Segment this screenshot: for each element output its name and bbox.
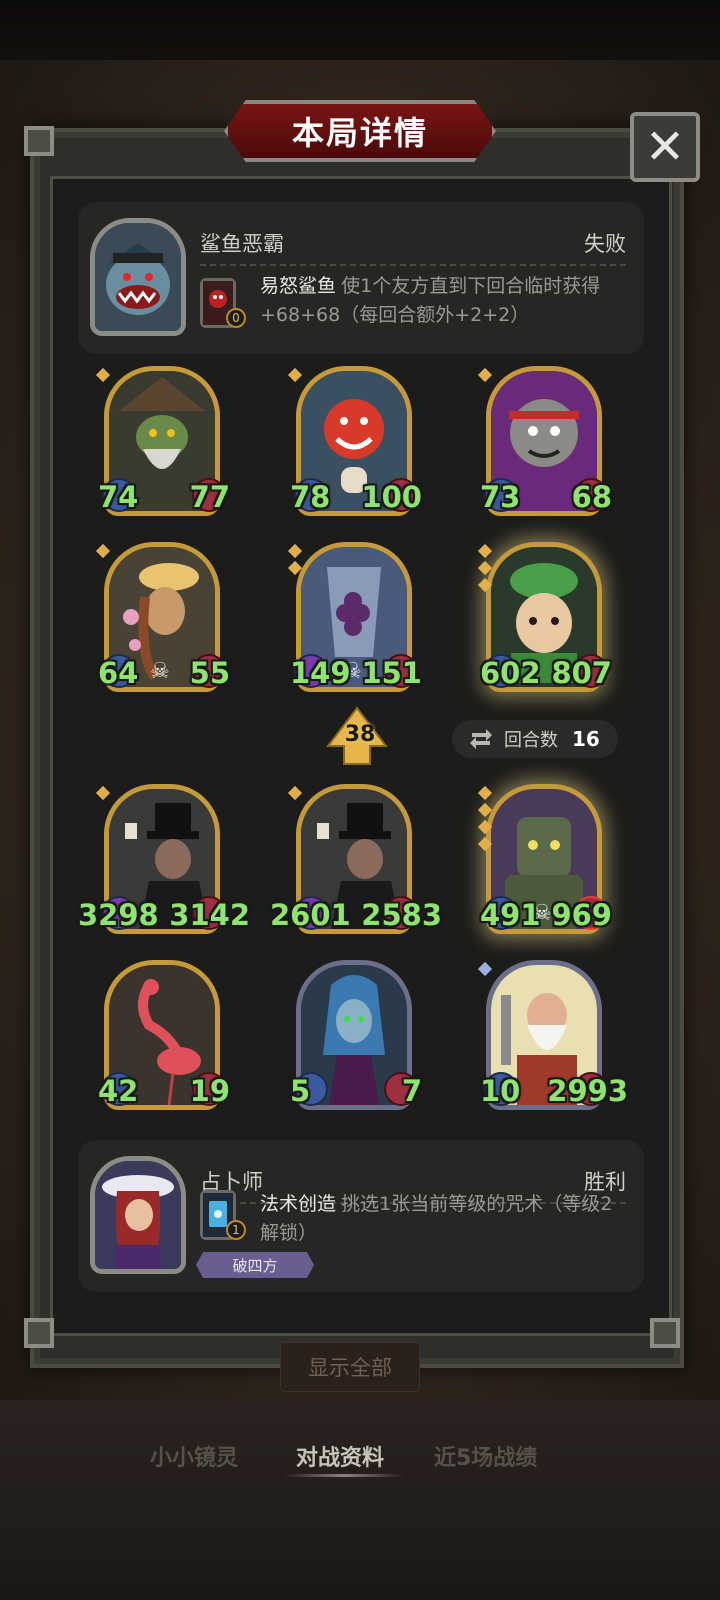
minion-attack: 149 bbox=[290, 656, 351, 690]
player-minion-5[interactable]: 5 7 bbox=[290, 960, 422, 1110]
shark-bully-avatar bbox=[95, 223, 181, 331]
player-minion-4[interactable]: 42 19 bbox=[98, 960, 230, 1110]
opponent-portrait[interactable] bbox=[90, 218, 186, 336]
player-skill-cost: 1 bbox=[226, 1220, 246, 1240]
opponent-minion-2[interactable]: 78 100 bbox=[287, 366, 422, 516]
bottom-tabs: 小小镜灵 对战资料 近5场战绩 bbox=[0, 1426, 720, 1486]
player-minion-1[interactable]: 3298 3142 bbox=[78, 784, 250, 934]
close-button[interactable]: ✕ bbox=[630, 112, 700, 182]
opponent-divider bbox=[200, 264, 626, 266]
minion-health: 3142 bbox=[169, 898, 250, 932]
minion-health: 7 bbox=[401, 1074, 422, 1108]
tab-battle-info[interactable]: 对战资料 bbox=[296, 1440, 384, 1472]
player-title-label: 破四方 bbox=[232, 1256, 278, 1275]
close-icon: ✕ bbox=[644, 119, 686, 175]
opponent-minion-4[interactable]: ☠ 64 55 bbox=[95, 542, 230, 692]
opponent-minion-5[interactable]: ☠ 149 151 bbox=[287, 542, 422, 692]
opponent-skill-cost: 0 bbox=[226, 308, 246, 328]
player-minion-3[interactable]: ☠ 491 969 bbox=[477, 784, 612, 934]
minion-attack: 5 bbox=[290, 1074, 311, 1108]
tier-pips bbox=[95, 785, 111, 805]
opponent-minion-1[interactable]: 74 77 bbox=[95, 366, 230, 516]
turn-label: 回合数 bbox=[504, 730, 558, 751]
player-title-tag: 破四方 bbox=[196, 1252, 314, 1278]
show-all-label: 显示全部 bbox=[308, 1356, 392, 1380]
skull-icon: ☠ bbox=[150, 659, 170, 684]
minion-attack: 491 bbox=[480, 898, 541, 932]
tab-little-mirror[interactable]: 小小镜灵 bbox=[150, 1440, 238, 1472]
tier-pips bbox=[287, 367, 303, 387]
panel-corner-top-left bbox=[24, 126, 54, 156]
minion-health: 2583 bbox=[361, 898, 442, 932]
turn-counter: 回合数 16 bbox=[452, 720, 618, 758]
minion-health: 19 bbox=[189, 1074, 230, 1108]
swap-arrows-icon bbox=[470, 729, 492, 749]
tier-pips bbox=[95, 367, 111, 387]
minion-health: 2993 bbox=[547, 1074, 628, 1108]
turn-value: 16 bbox=[572, 727, 600, 751]
fortune-teller-avatar bbox=[95, 1161, 181, 1269]
minion-attack: 78 bbox=[290, 480, 331, 514]
minion-health: 151 bbox=[361, 656, 422, 690]
minion-health: 77 bbox=[189, 480, 230, 514]
player-skill-name: 法术创造 bbox=[260, 1193, 337, 1215]
minion-health: 969 bbox=[551, 898, 612, 932]
tier-pips bbox=[95, 543, 111, 563]
minion-health: 55 bbox=[189, 656, 230, 690]
minion-attack: 74 bbox=[98, 480, 139, 514]
minion-attack: 2601 bbox=[270, 898, 351, 932]
minion-health: 100 bbox=[361, 480, 422, 514]
minion-health: 807 bbox=[551, 656, 612, 690]
tier-pips bbox=[477, 785, 493, 856]
player-card: 占卜师 胜利 1 法术创造 挑选1张当前等级的咒术（等级2解锁） 破四方 bbox=[78, 1140, 644, 1292]
tier-pips bbox=[287, 785, 303, 805]
tab-recent-matches[interactable]: 近5场战绩 bbox=[434, 1440, 537, 1472]
tier-pips bbox=[477, 543, 493, 597]
opponent-name: 鲨鱼恶霸 bbox=[200, 232, 284, 256]
panel-corner-bottom-left bbox=[24, 1318, 54, 1348]
minion-attack: 3298 bbox=[78, 898, 159, 932]
active-tab-underline bbox=[284, 1474, 404, 1477]
minion-attack: 602 bbox=[480, 656, 541, 690]
minion-attack: 64 bbox=[98, 656, 139, 690]
player-skill-text: 法术创造 挑选1张当前等级的咒术（等级2解锁） bbox=[260, 1190, 630, 1248]
opponent-card: 鲨鱼恶霸 失败 0 易怒鲨鱼 使1个友方直到下回合临时获得+68+68（每回合额… bbox=[78, 202, 644, 354]
opponent-skill-text: 易怒鲨鱼 使1个友方直到下回合临时获得+68+68（每回合额外+2+2） bbox=[260, 272, 630, 330]
player-minion-2[interactable]: 2601 2583 bbox=[270, 784, 442, 934]
tier-pips bbox=[477, 961, 493, 981]
player-portrait[interactable] bbox=[90, 1156, 186, 1274]
tier-pips bbox=[477, 367, 493, 387]
panel-corner-bottom-right bbox=[650, 1318, 680, 1348]
minion-attack: 73 bbox=[480, 480, 521, 514]
tier-number: 38 bbox=[344, 722, 376, 747]
title-banner: 本局详情 bbox=[224, 100, 496, 162]
minion-attack: 10 bbox=[480, 1074, 521, 1108]
player-minion-6[interactable]: 10 2993 bbox=[477, 960, 628, 1110]
tier-pips bbox=[287, 543, 303, 580]
minion-health: 68 bbox=[571, 480, 612, 514]
opponent-minion-3[interactable]: 73 68 bbox=[477, 366, 612, 516]
page-title: 本局详情 bbox=[291, 114, 428, 152]
opponent-result: 失败 bbox=[584, 232, 626, 256]
opponent-skill-name: 易怒鲨鱼 bbox=[260, 275, 337, 297]
show-all-button[interactable]: 显示全部 bbox=[280, 1342, 420, 1392]
opponent-minion-6[interactable]: 602 807 bbox=[477, 542, 612, 692]
minion-attack: 42 bbox=[98, 1074, 139, 1108]
